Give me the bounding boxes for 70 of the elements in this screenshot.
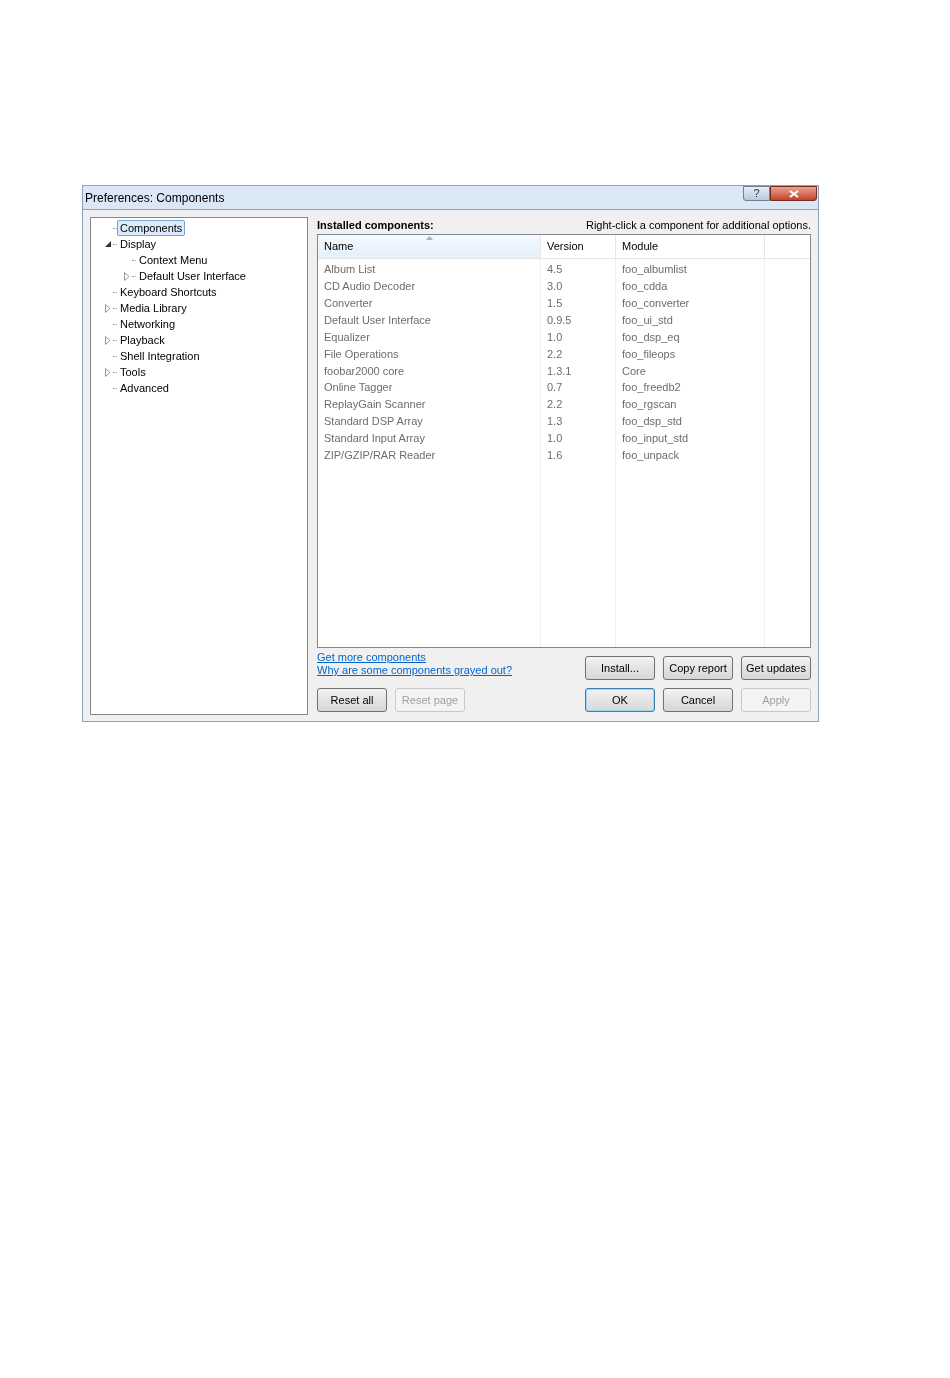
tree-item[interactable]: Tools (117, 364, 149, 380)
table-cell-text: Core (621, 363, 647, 379)
column-header[interactable]: Name (318, 235, 541, 258)
table-cell-text: foo_rgscan (621, 397, 678, 413)
table-cell-text: Standard Input Array (323, 431, 426, 447)
expand-icon[interactable] (105, 367, 111, 377)
tree-item[interactable]: Display (117, 236, 160, 252)
collapse-icon[interactable] (104, 240, 112, 248)
table-cell-text: foobar2000 core (323, 363, 406, 379)
tree-item[interactable]: Keyboard Shortcuts (117, 284, 220, 300)
table-cell-text: 1.6 (546, 448, 564, 463)
tree-item[interactable]: Context Menu (136, 252, 211, 268)
dialog-button[interactable]: Install... (585, 656, 655, 680)
section-heading: Installed components: (317, 217, 434, 233)
dialog-button[interactable]: OK (585, 688, 655, 712)
tree-item[interactable]: Media Library (117, 300, 190, 316)
close-button[interactable] (770, 186, 817, 201)
table-cell-text: CD Audio Decoder (323, 279, 417, 295)
table-cell-text: ZIP/GZIP/RAR Reader (323, 448, 437, 463)
table-cell-text: 3.0 (546, 279, 564, 295)
close-icon (788, 189, 799, 198)
table-cell-text: 1.5 (546, 295, 564, 311)
table-cell-text: File Operations (323, 346, 400, 362)
help-link[interactable]: Get more components (317, 651, 513, 664)
table-cell-text: Online Tagger (323, 380, 394, 396)
help-link[interactable]: Why are some components grayed out? (317, 664, 513, 677)
table-cell-text: foo_dsp_std (621, 414, 683, 430)
expand-icon[interactable] (124, 271, 130, 281)
dialog-button[interactable]: Cancel (663, 688, 733, 712)
table-cell-text: Standard DSP Array (323, 414, 424, 430)
table-cell-text: foo_albumlist (621, 262, 688, 278)
tree-item[interactable]: Default User Interface (136, 268, 249, 284)
expand-icon[interactable] (105, 335, 111, 345)
window-title: Preferences: Components (85, 189, 225, 207)
table-cell-text: Converter (323, 295, 374, 311)
column-header[interactable]: Version (541, 235, 616, 258)
dialog-button[interactable]: Get updates (741, 656, 811, 680)
hint-text: Right-click a component for additional options. (586, 217, 811, 233)
table-cell-text: 1.0 (546, 329, 564, 345)
table-cell-text: Album List (323, 262, 377, 278)
table-cell-text: 0.7 (546, 380, 564, 396)
expand-icon[interactable] (105, 303, 111, 313)
dialog-button[interactable]: Reset all (317, 688, 387, 712)
table-cell-text: 2.2 (546, 346, 564, 362)
table-cell-text: 1.0 (546, 431, 564, 447)
table-cell-text: foo_freedb2 (621, 380, 682, 396)
table-cell-text: foo_ui_std (621, 312, 674, 328)
tree-item[interactable]: Playback (117, 332, 168, 348)
table-cell-text: 0.9.5 (546, 312, 573, 328)
tree-item[interactable]: Shell Integration (117, 348, 203, 364)
table-cell-text: Default User Interface (323, 312, 432, 328)
table-cell-text: foo_cdda (621, 279, 669, 295)
sort-arrow-icon (426, 236, 433, 240)
table-cell-text: foo_unpack (621, 448, 680, 463)
table-cell-text: foo_converter (621, 295, 691, 311)
table-cell-text: 4.5 (546, 262, 564, 278)
table-cell-text: foo_fileops (621, 346, 677, 362)
tree-item[interactable]: Networking (117, 316, 179, 332)
table-cell-text: 2.2 (546, 397, 564, 413)
table-cell-text: 1.3.1 (546, 363, 573, 379)
table-cell-text: Equalizer (323, 329, 371, 345)
tree-item[interactable]: Advanced (117, 380, 172, 396)
table-cell-text: foo_dsp_eq (621, 329, 681, 345)
table-cell-text: ReplayGain Scanner (323, 397, 427, 413)
tree-item[interactable]: Components (117, 220, 186, 236)
help-button[interactable]: ? (743, 186, 770, 201)
column-header[interactable]: Module (616, 235, 765, 258)
table-cell-text: foo_input_std (621, 431, 690, 447)
dialog-button[interactable]: Copy report (663, 656, 733, 680)
table-cell-text: 1.3 (546, 414, 564, 430)
